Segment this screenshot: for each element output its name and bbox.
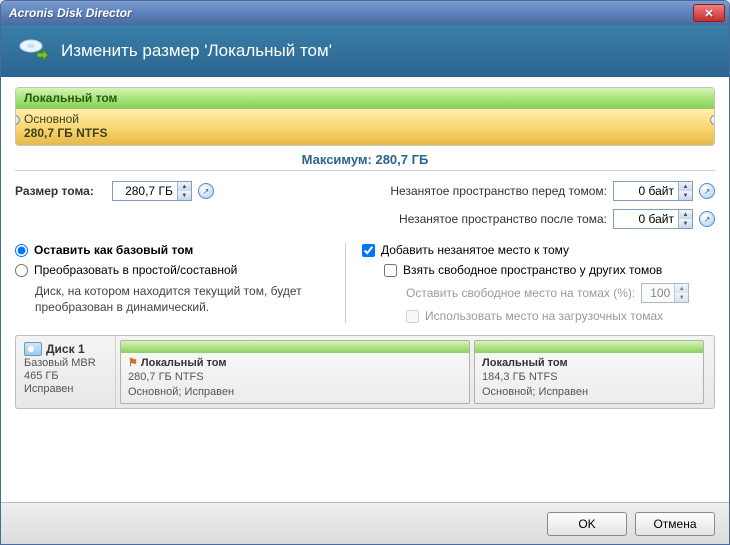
volume-slider[interactable]: Локальный том Основной 280,7 ГБ NTFS [15,87,715,146]
titlebar: Acronis Disk Director ✕ [1,1,729,25]
spinner-up-icon[interactable]: ▲ [679,182,692,191]
disk-size: 465 ГБ [24,370,107,382]
radio-convert-input[interactable] [15,264,28,277]
leave-pct-spinner: ▲ ▼ [641,283,689,303]
volume-bar [475,341,703,353]
radio-keep-basic[interactable]: Оставить как базовый том [15,243,335,257]
volume-body: ⚑Локальный том280,7 ГБ NTFSОсновной; Исп… [121,353,469,402]
leave-pct-input [642,284,674,302]
volume-body: Локальный том184,3 ГБ NTFSОсновной; Испр… [475,353,703,402]
radio-keep-basic-label: Оставить как базовый том [34,243,193,257]
spinner-up-icon[interactable]: ▲ [178,182,191,191]
app-title: Acronis Disk Director [9,6,693,20]
volume-name: ⚑Локальный том [128,356,462,370]
maximum-size-label: Максимум: 280,7 ГБ [15,152,715,171]
volume-item[interactable]: Локальный том184,3 ГБ NTFSОсновной; Испр… [474,340,704,404]
volume-size-fs-label: 280,7 ГБ NTFS [24,126,706,140]
check-add-free-label: Добавить незанятое место к тому [381,243,569,257]
options-area: Оставить как базовый том Преобразовать в… [15,243,715,323]
volume-name-bar: Локальный том [16,88,714,109]
radio-convert[interactable]: Преобразовать в простой/составной [15,263,335,277]
help-icon[interactable]: ↗ [198,183,214,199]
cancel-button[interactable]: Отмена [635,512,715,536]
spinner-up-icon: ▲ [675,284,688,293]
check-take-other-label: Взять свободное пространство у других то… [403,263,662,277]
radio-convert-label: Преобразовать в простой/составной [34,263,237,277]
radio-keep-basic-input[interactable] [15,244,28,257]
volume-bar [121,341,469,353]
volume-type-label: Основной [24,112,706,126]
spinner-down-icon[interactable]: ▼ [178,191,191,200]
volume-name: Локальный том [482,356,696,370]
volume-info-bar: Основной 280,7 ГБ NTFS [16,109,714,145]
leave-pct-label: Оставить свободное место на томах (%): [406,286,635,300]
dialog-header: Изменить размер 'Локальный том' [1,25,729,77]
free-before-input[interactable] [614,182,678,200]
free-before-label: Незанятое пространство перед томом: [390,184,607,198]
help-icon[interactable]: ↗ [699,211,715,227]
convert-hint: Диск, на котором находится текущий том, … [35,283,335,315]
slider-handle-left[interactable] [15,115,20,125]
check-take-other[interactable]: Взять свободное пространство у других то… [384,263,715,277]
volume-item[interactable]: ⚑Локальный том280,7 ГБ NTFSОсновной; Исп… [120,340,470,404]
disk-volumes: ⚑Локальный том280,7 ГБ NTFSОсновной; Исп… [116,336,714,408]
close-icon: ✕ [704,7,713,20]
volume-status: Основной; Исправен [482,385,696,399]
free-after-spinner[interactable]: ▲ ▼ [613,209,693,229]
disk-icon [24,342,42,356]
volume-size-spinner[interactable]: ▲ ▼ [112,181,192,201]
check-add-free-input[interactable] [362,244,375,257]
check-use-boot-input [406,310,419,323]
ok-button[interactable]: OK [547,512,627,536]
disk-info: Диск 1 Базовый MBR 465 ГБ Исправен [16,336,116,408]
size-form: Размер тома: ▲ ▼ ↗ Незанятое пространств… [15,181,715,229]
app-window: Acronis Disk Director ✕ Изменить размер … [0,0,730,545]
free-after-input[interactable] [614,210,678,228]
close-button[interactable]: ✕ [693,4,725,22]
disk-type: Базовый MBR [24,357,107,369]
disk-status: Исправен [24,383,107,395]
volume-size-label: Размер тома: [15,184,94,198]
volume-size-fs: 184,3 ГБ NTFS [482,370,696,384]
volume-size-fs: 280,7 ГБ NTFS [128,370,462,384]
spinner-down-icon[interactable]: ▼ [679,191,692,200]
check-take-other-input[interactable] [384,264,397,277]
dialog-footer: OK Отмена [1,502,729,544]
spinner-down-icon[interactable]: ▼ [679,219,692,228]
help-icon[interactable]: ↗ [699,183,715,199]
slider-handle-right[interactable] [710,115,715,125]
volume-status: Основной; Исправен [128,385,462,399]
spinner-up-icon[interactable]: ▲ [679,210,692,219]
content-area: Локальный том Основной 280,7 ГБ NTFS Мак… [1,77,729,502]
spinner-down-icon: ▼ [675,293,688,302]
check-use-boot: Использовать место на загрузочных томах [406,309,715,323]
disk-name: Диск 1 [46,342,85,356]
check-add-free[interactable]: Добавить незанятое место к тому [362,243,715,257]
flag-icon: ⚑ [128,357,138,369]
check-use-boot-label: Использовать место на загрузочных томах [425,309,663,323]
volume-size-input[interactable] [113,182,177,200]
disk-layout-panel: Диск 1 Базовый MBR 465 ГБ Исправен ⚑Лока… [15,335,715,409]
free-before-spinner[interactable]: ▲ ▼ [613,181,693,201]
dialog-title: Изменить размер 'Локальный том' [61,41,332,61]
resize-volume-icon [17,37,49,65]
leave-pct-row: Оставить свободное место на томах (%): ▲… [406,283,715,303]
free-after-label: Незанятое пространство после тома: [399,212,607,226]
